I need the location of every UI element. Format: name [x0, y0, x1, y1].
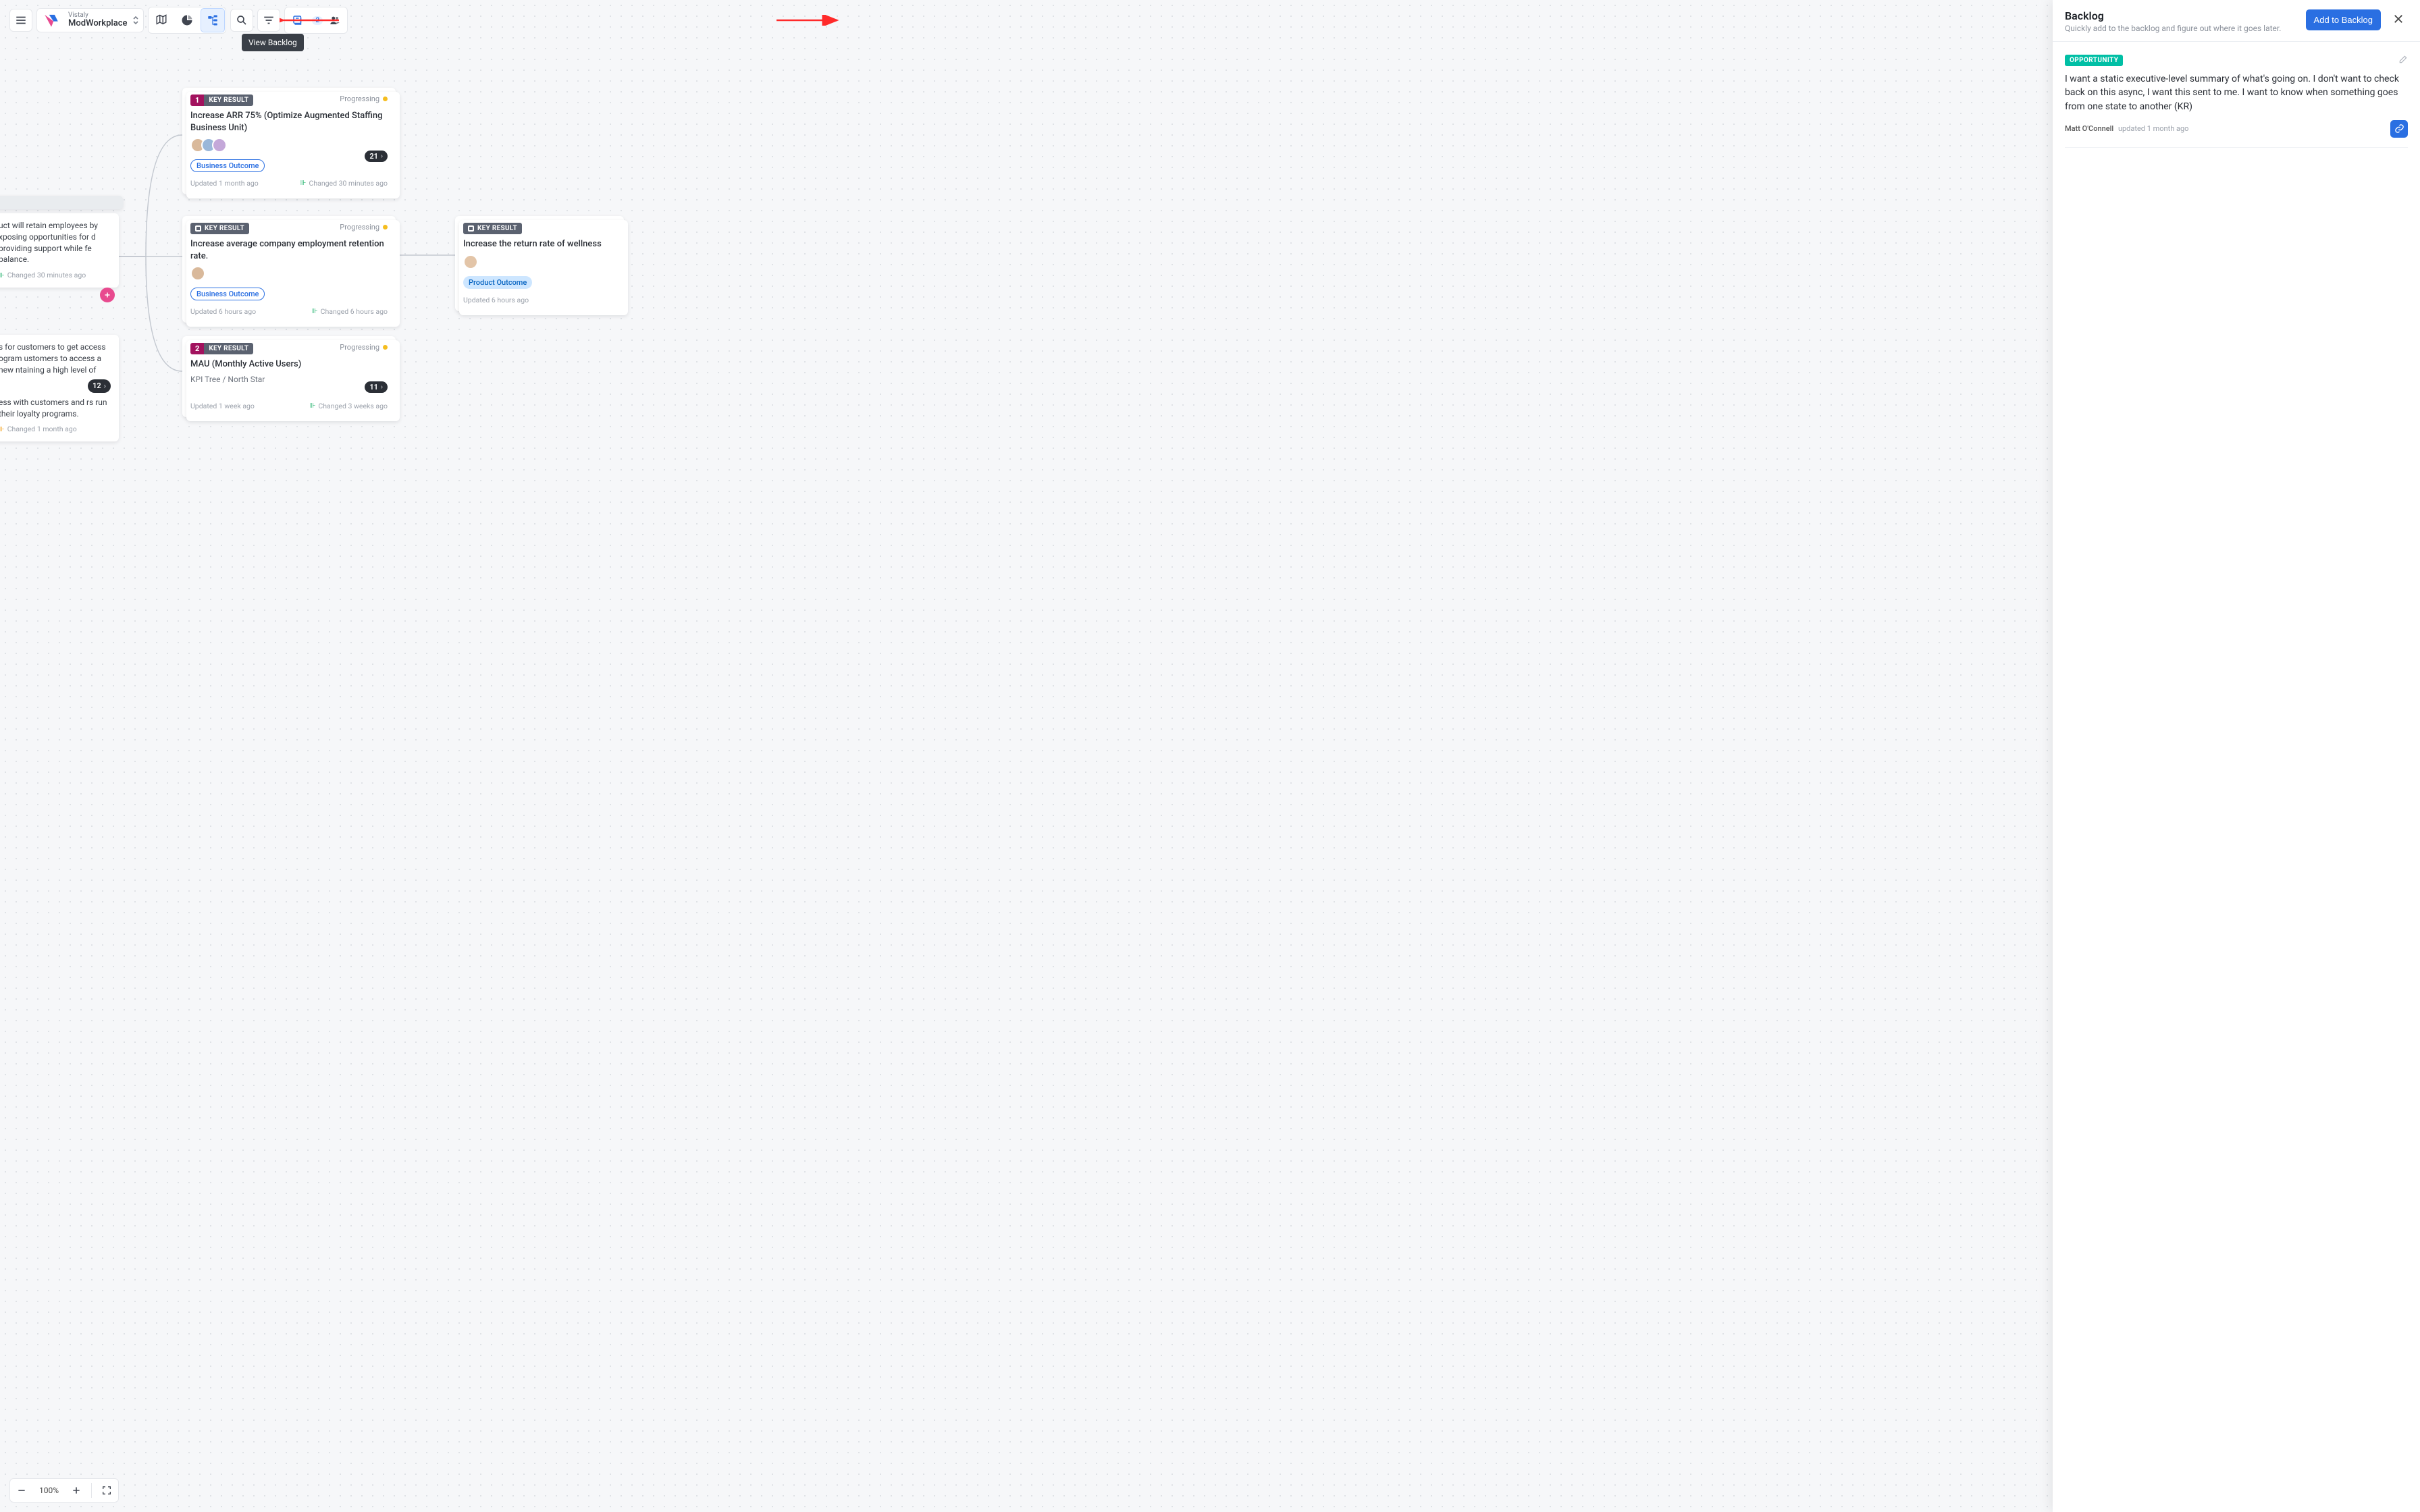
avatar [463, 254, 478, 269]
share-users-button[interactable] [325, 9, 344, 32]
zoom-level: 100% [35, 1486, 63, 1495]
kr-card-3-avatars [463, 254, 616, 269]
partial-card-1-text: uct will retain employees by xposing opp… [0, 220, 111, 265]
partial-card-1[interactable]: uct will retain employees by xposing opp… [0, 213, 119, 288]
kr-card-2-changed: Changed 6 hours ago [321, 307, 388, 316]
kr-card-4-status: Progressing [340, 343, 379, 352]
backlog-group: 2 [284, 7, 348, 34]
menu-button[interactable] [9, 9, 32, 32]
kr-card-2-label: KEY RESULT [190, 223, 249, 234]
map-view-button[interactable] [150, 9, 173, 32]
filter-button[interactable] [257, 9, 280, 32]
partial-card-1-shadow [0, 196, 123, 209]
tree-view-button[interactable] [201, 9, 224, 32]
view-backlog-button[interactable] [286, 10, 309, 30]
kr-card-3-title: Increase the return rate of wellness [463, 238, 616, 250]
kr-card-1-changed: Changed 30 minutes ago [309, 179, 388, 188]
zoom-out-button[interactable] [12, 1481, 31, 1500]
zoom-controls: 100% [9, 1478, 119, 1503]
backlog-item-updated: updated 1 month ago [2118, 124, 2189, 133]
kr-card-2-title: Increase average company employment rete… [190, 238, 388, 262]
view-mode-group [148, 7, 226, 34]
kr-card-2-updated: Updated 6 hours ago [190, 307, 256, 316]
kr-card-4-title: MAU (Monthly Active Users) [190, 358, 388, 371]
partial-card-2-changed: Changed 1 month ago [7, 425, 77, 435]
kr-card-4-label: KEY RESULT [204, 343, 253, 354]
kr-card-2[interactable]: KEY RESULT Progressing Increase average … [182, 216, 396, 323]
avatar [212, 138, 227, 153]
partial-card-1-changed: Changed 30 minutes ago [7, 271, 86, 281]
kr-card-2-tag: Business Outcome [190, 288, 265, 300]
add-child-button[interactable] [100, 288, 115, 302]
kr-card-3-tag: Product Outcome [463, 276, 532, 289]
kr-card-4-changed: Changed 3 weeks ago [318, 402, 388, 410]
status-dot-icon [383, 97, 388, 101]
partial-card-2-count-pill: 12› [88, 379, 111, 392]
kr-card-1-avatars [190, 138, 388, 153]
backlog-item-text: I want a static executive-level summary … [2065, 72, 2408, 113]
kr-card-1-status: Progressing [340, 94, 379, 103]
view-backlog-tooltip: View Backlog [242, 34, 304, 51]
status-dot-icon [383, 345, 388, 350]
kr-card-1-updated: Updated 1 month ago [190, 179, 259, 188]
kr-card-1-num: 1 [190, 94, 204, 106]
partial-card-2[interactable]: s for customers to get access ogram usto… [0, 335, 119, 441]
kr-card-4-count-pill[interactable]: 11› [365, 381, 388, 393]
backlog-title: Backlog [2065, 9, 2298, 22]
backlog-panel: Backlog Quickly add to the backlog and f… [2053, 0, 2420, 1512]
kr-card-2-avatars [190, 266, 388, 281]
top-toolbar: Vistaly ModWorkplace 2 [9, 7, 348, 34]
backlog-item-author: Matt O'Connell [2065, 124, 2113, 133]
kr-card-3[interactable]: KEY RESULT Increase the return rate of w… [455, 216, 624, 311]
avatar [190, 266, 205, 281]
kr-card-4-updated: Updated 1 week ago [190, 402, 255, 410]
backlog-item[interactable]: OPPORTUNITY I want a static executive-le… [2065, 50, 2408, 148]
kr-card-1-tag: Business Outcome [190, 159, 265, 172]
search-button[interactable] [230, 9, 253, 32]
backlog-count-badge: 2 [312, 16, 323, 25]
kr-card-1[interactable]: 1 KEY RESULT Progressing Increase ARR 75… [182, 88, 396, 194]
kr-card-3-updated: Updated 6 hours ago [463, 296, 529, 304]
backlog-panel-header: Backlog Quickly add to the backlog and f… [2053, 0, 2420, 42]
kr-card-2-status: Progressing [340, 223, 379, 232]
close-panel-button[interactable] [2389, 9, 2408, 28]
status-dot-icon [383, 225, 388, 230]
add-to-backlog-button[interactable]: Add to Backlog [2306, 9, 2381, 30]
backlog-subtitle: Quickly add to the backlog and figure ou… [2065, 24, 2298, 33]
fit-screen-button[interactable] [97, 1481, 116, 1500]
kr-card-1-count-pill[interactable]: 21› [365, 151, 388, 162]
kr-card-4-subtitle: KPI Tree / North Star [190, 375, 388, 384]
chevron-updown-icon [132, 16, 139, 25]
workspace-name: ModWorkplace [68, 19, 127, 28]
kr-card-3-label: KEY RESULT [463, 223, 522, 234]
vistaly-logo [40, 9, 63, 32]
partial-card-2-text2: ess with customers and rs run their loya… [0, 397, 111, 420]
workspace-selector[interactable]: Vistaly ModWorkplace [36, 8, 144, 32]
opportunity-tag: OPPORTUNITY [2065, 55, 2123, 66]
edit-backlog-item-button[interactable] [2398, 54, 2408, 67]
zoom-in-button[interactable] [67, 1481, 86, 1500]
kr-card-4[interactable]: 2 KEY RESULT Progressing MAU (Monthly Ac… [182, 336, 396, 417]
kr-card-4-num: 2 [190, 343, 204, 354]
kr-card-1-title: Increase ARR 75% (Optimize Augmented Sta… [190, 110, 388, 134]
link-backlog-item-button[interactable] [2390, 120, 2408, 138]
backlog-panel-body: OPPORTUNITY I want a static executive-le… [2053, 42, 2420, 156]
kr-card-1-label: KEY RESULT [204, 94, 253, 106]
partial-card-2-text: s for customers to get access ogram usto… [0, 342, 111, 375]
pie-view-button[interactable] [176, 9, 199, 32]
